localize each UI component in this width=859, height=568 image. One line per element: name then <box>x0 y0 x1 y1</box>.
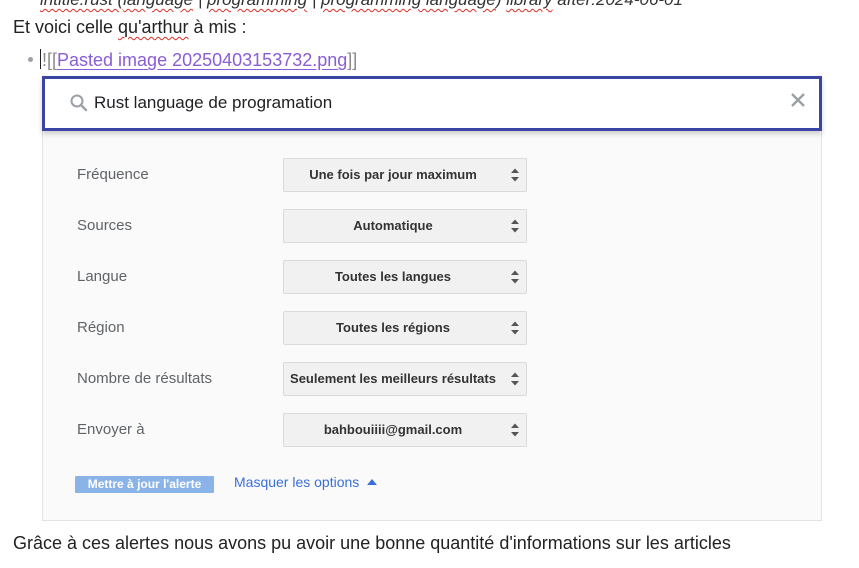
close-icon[interactable] <box>787 89 809 111</box>
option-label-send-to: Envoyer à <box>77 421 145 438</box>
cut-line-suffix: after:2024-06-01 <box>553 0 683 9</box>
result-count-select[interactable]: Seulement les meilleurs résultats <box>283 362 527 396</box>
frequency-select[interactable]: Une fois par jour maximum <box>283 158 527 192</box>
select-arrows-icon <box>511 168 519 182</box>
hide-options-link[interactable]: Masquer les options <box>234 474 378 490</box>
region-select-value: Toutes les régions <box>336 320 450 335</box>
intro-paragraph[interactable]: Et voici celle qu'arthur à mis : <box>13 17 247 38</box>
caret-up-icon <box>367 479 378 485</box>
frequency-select-value: Une fois par jour maximum <box>309 167 477 182</box>
list-item-embed-link[interactable]: ![[Pasted image 20250403153732.png]] <box>28 49 358 71</box>
language-select-value: Toutes les langues <box>334 269 452 284</box>
embedded-alert-screenshot <box>42 76 822 521</box>
result-count-select-value: Seulement les meilleurs résultats <box>290 371 496 386</box>
intro-after: à mis : <box>188 17 247 37</box>
search-query[interactable]: Rust language de programation <box>94 93 332 113</box>
select-arrows-icon <box>511 219 519 233</box>
cut-line-prefix: intitle:rust ( <box>40 0 123 9</box>
option-label-sources: Sources <box>77 217 133 234</box>
cut-line-word-library: library <box>506 0 552 9</box>
region-select[interactable]: Toutes les régions <box>283 311 527 345</box>
option-label-result-count: Nombre de résultats <box>77 370 213 387</box>
cut-line-word-programming: programming <box>207 0 307 9</box>
intro-misspelled-word: qu'arthur <box>118 17 189 37</box>
option-label-frequency: Fréquence <box>77 166 149 183</box>
select-arrows-icon <box>511 270 519 284</box>
send-to-select[interactable]: bahbouiiii@gmail.com <box>283 413 527 447</box>
send-to-select-value: bahbouiiii@gmail.com <box>323 422 463 437</box>
text-cursor <box>40 49 41 70</box>
sources-select-value: Automatique <box>353 218 433 233</box>
update-alert-button[interactable]: Mettre à jour l'alerte <box>75 476 214 493</box>
cut-line-separator: | <box>307 0 321 9</box>
select-arrows-icon <box>511 423 519 437</box>
conclusion-paragraph[interactable]: Grâce à ces alertes nous avons pu avoir … <box>13 533 731 554</box>
sources-select[interactable]: Automatique <box>283 209 527 243</box>
language-select[interactable]: Toutes les langues <box>283 260 527 294</box>
option-label-region: Région <box>77 319 125 336</box>
select-arrows-icon <box>511 372 519 386</box>
search-icon <box>70 94 88 112</box>
cut-line-separator: | <box>193 0 207 9</box>
embed-open-syntax: ![[ <box>42 50 58 70</box>
option-label-language: Langue <box>77 268 128 285</box>
embed-link[interactable]: Pasted image 20250403153732.png <box>57 50 347 70</box>
hide-options-label: Masquer les options <box>234 474 360 490</box>
cut-line-word-programming-language: programming language <box>321 0 496 9</box>
alert-search-bar[interactable]: Rust language de programation <box>42 76 822 131</box>
select-arrows-icon <box>511 321 519 335</box>
embed-close-syntax: ]] <box>347 50 358 70</box>
cut-line-separator: ) <box>496 0 506 9</box>
bullet-icon <box>28 56 33 62</box>
intro-before: Et voici celle <box>13 17 119 37</box>
cut-off-search-operators-line: intitle:rust (language | programming | p… <box>40 0 683 10</box>
cut-line-word-language: language <box>123 0 193 9</box>
